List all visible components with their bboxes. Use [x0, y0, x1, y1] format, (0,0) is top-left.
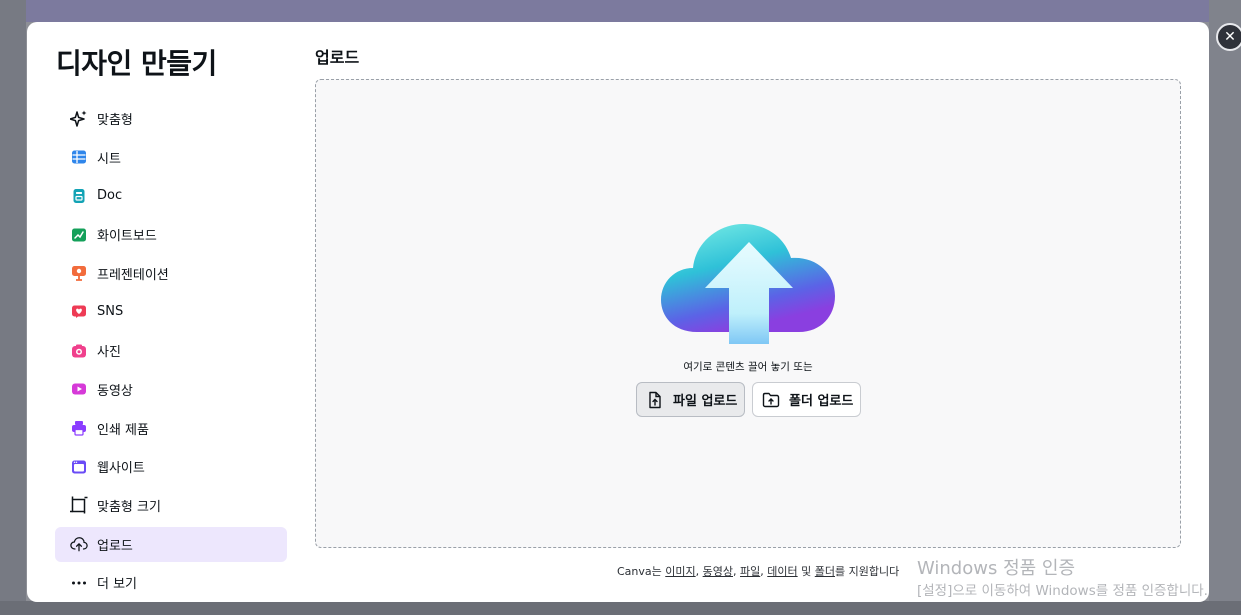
folder-upload-label: 폴더 업로드: [789, 394, 854, 409]
link-images[interactable]: 이미지: [665, 565, 695, 578]
menu-item-custom-size[interactable]: 맞춤형 크기: [55, 488, 287, 523]
cloud-upload-icon: [70, 535, 88, 553]
menu-item-label: 프레젠테이션: [97, 267, 169, 283]
close-icon: ✕: [1224, 29, 1236, 45]
menu-item-label: 시트: [97, 151, 121, 167]
background-bottom-bar: [0, 601, 1241, 615]
close-modal-button[interactable]: ✕: [1216, 23, 1241, 51]
design-type-menu: 맞춤형 시트 Doc 화이트보드 프레젠테이션 SNS 사진 동영상 인쇄 제품…: [55, 101, 287, 602]
folder-upload-icon: [762, 392, 780, 407]
background-topbar: [0, 0, 1241, 22]
link-folders[interactable]: 폴더: [815, 565, 835, 578]
menu-item-video[interactable]: 동영상: [55, 372, 287, 407]
menu-item-sheet[interactable]: 시트: [55, 140, 287, 175]
cloud-upload-illustration-icon: [659, 210, 839, 354]
custom-size-icon: [70, 496, 88, 514]
menu-item-label: 화이트보드: [97, 229, 157, 245]
menu-item-photo[interactable]: 사진: [55, 333, 287, 368]
menu-item-label: 업로드: [97, 538, 133, 554]
website-icon: [70, 458, 88, 476]
footer-separator: ,: [733, 565, 741, 578]
folder-upload-button[interactable]: 폴더 업로드: [752, 382, 861, 417]
footer-prefix: Canva는: [617, 565, 666, 578]
menu-item-more[interactable]: 더 보기: [55, 565, 287, 600]
menu-item-custom[interactable]: 맞춤형: [55, 101, 287, 136]
file-upload-button[interactable]: 파일 업로드: [636, 382, 745, 417]
file-upload-icon: [649, 391, 661, 408]
supported-formats-note: Canva는 이미지, 동영상, 파일, 데이터 및 폴더를 지원합니다: [617, 563, 899, 579]
menu-item-label: SNS: [97, 304, 124, 320]
link-files[interactable]: 파일: [740, 565, 760, 578]
upload-dropzone[interactable]: 여기로 콘텐츠 끌어 놓기 또는 파일 업로드 폴더 업로드: [315, 79, 1181, 548]
menu-item-doc[interactable]: Doc: [55, 178, 287, 213]
menu-item-presentation[interactable]: 프레젠테이션: [55, 256, 287, 291]
menu-item-label: 동영상: [97, 383, 133, 399]
upload-section-title: 업로드: [315, 48, 360, 67]
menu-item-sns[interactable]: SNS: [55, 294, 287, 329]
modal-title: 디자인 만들기: [56, 47, 217, 80]
create-design-modal: 디자인 만들기 맞춤형 시트 Doc 화이트보드 프레젠테이션 SNS 사진 동…: [27, 22, 1209, 602]
sparkle-icon: [70, 110, 88, 128]
menu-item-print[interactable]: 인쇄 제품: [55, 411, 287, 446]
menu-item-label: 웹사이트: [97, 461, 145, 477]
menu-item-label: 맞춤형: [97, 113, 133, 128]
camera-icon: [70, 342, 88, 360]
more-icon: [70, 574, 88, 592]
menu-item-upload[interactable]: 업로드: [55, 526, 287, 562]
heart-icon: [70, 303, 88, 321]
file-upload-label: 파일 업로드: [673, 394, 738, 409]
menu-item-website[interactable]: 웹사이트: [55, 449, 287, 484]
menu-item-label: Doc: [97, 188, 123, 204]
drop-instruction-text: 여기로 콘텐츠 끌어 놓기 또는: [683, 361, 813, 373]
footer-suffix: 를 지원합니다: [835, 565, 900, 578]
menu-item-label: 맞춤형 크기: [97, 499, 161, 515]
menu-item-whiteboard[interactable]: 화이트보드: [55, 217, 287, 252]
presentation-icon: [70, 264, 88, 282]
sheet-icon: [70, 148, 88, 166]
doc-icon: [70, 187, 88, 205]
background-right-rail: [1209, 0, 1241, 615]
whiteboard-icon: [70, 226, 88, 244]
background-left-rail: [0, 0, 26, 615]
link-data[interactable]: 데이터: [767, 565, 797, 578]
menu-item-label: 더 보기: [97, 577, 138, 593]
link-videos[interactable]: 동영상: [703, 565, 733, 578]
menu-item-label: 인쇄 제품: [97, 422, 149, 438]
footer-separator: ,: [695, 565, 703, 578]
menu-item-label: 사진: [97, 345, 121, 361]
video-icon: [70, 380, 88, 398]
printer-icon: [70, 419, 88, 437]
footer-separator: 및: [797, 565, 815, 578]
